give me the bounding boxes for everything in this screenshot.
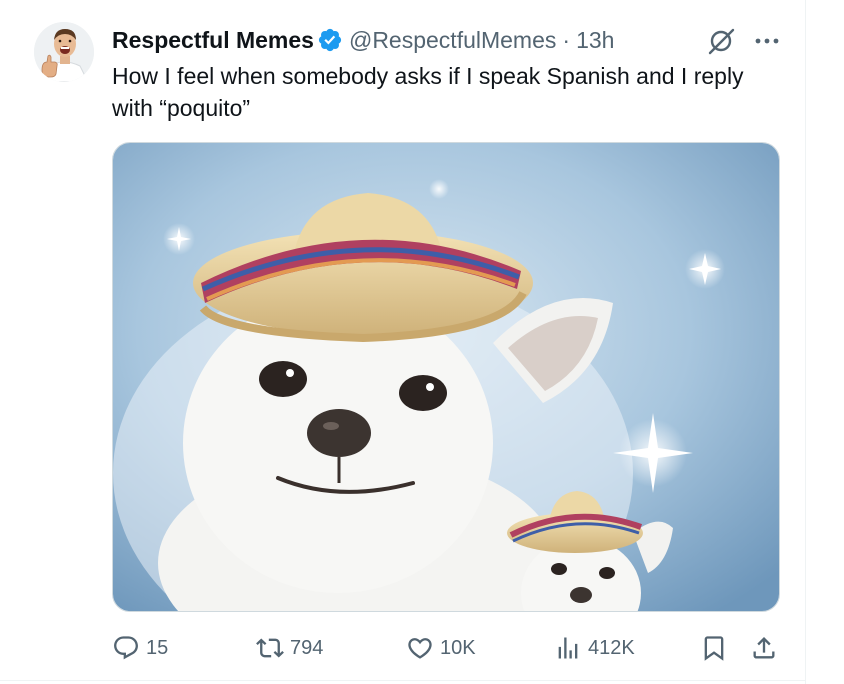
more-icon[interactable]: [752, 30, 782, 52]
repost-icon: [256, 634, 284, 662]
tweet-text: How I feel when somebody asks if I speak…: [112, 63, 744, 121]
views-count: 412K: [588, 636, 635, 659]
tweet-media-image[interactable]: [112, 142, 780, 612]
repost-count: 794: [290, 636, 324, 659]
bookmark-icon: [700, 634, 728, 662]
tweet-actions: 15 794 10K 412K: [0, 628, 806, 668]
verified-badge-icon[interactable]: [317, 27, 343, 53]
author-handle[interactable]: @RespectfulMemes: [349, 27, 556, 54]
views-chart-icon: [554, 634, 582, 662]
reply-count: 15: [146, 636, 169, 659]
share-icon: [750, 634, 778, 662]
column-border: [805, 0, 806, 684]
repost-button[interactable]: 794: [256, 628, 323, 668]
author-name[interactable]: Respectful Memes: [112, 27, 314, 54]
reply-button[interactable]: 15: [112, 628, 168, 668]
like-button[interactable]: 10K: [406, 628, 476, 668]
share-button[interactable]: [750, 628, 778, 668]
bookmark-button[interactable]: [700, 628, 728, 668]
views-button[interactable]: 412K: [554, 628, 635, 668]
separator: ·: [562, 26, 571, 53]
tweet-divider: [0, 680, 806, 681]
like-count: 10K: [440, 636, 476, 659]
heart-icon: [406, 634, 434, 662]
avatar[interactable]: [34, 22, 94, 82]
grok-icon[interactable]: [706, 27, 738, 55]
reply-icon: [112, 634, 140, 662]
tweet-header: Respectful Memes @RespectfulMemes · 13h: [112, 26, 614, 54]
timestamp[interactable]: 13h: [576, 27, 614, 54]
